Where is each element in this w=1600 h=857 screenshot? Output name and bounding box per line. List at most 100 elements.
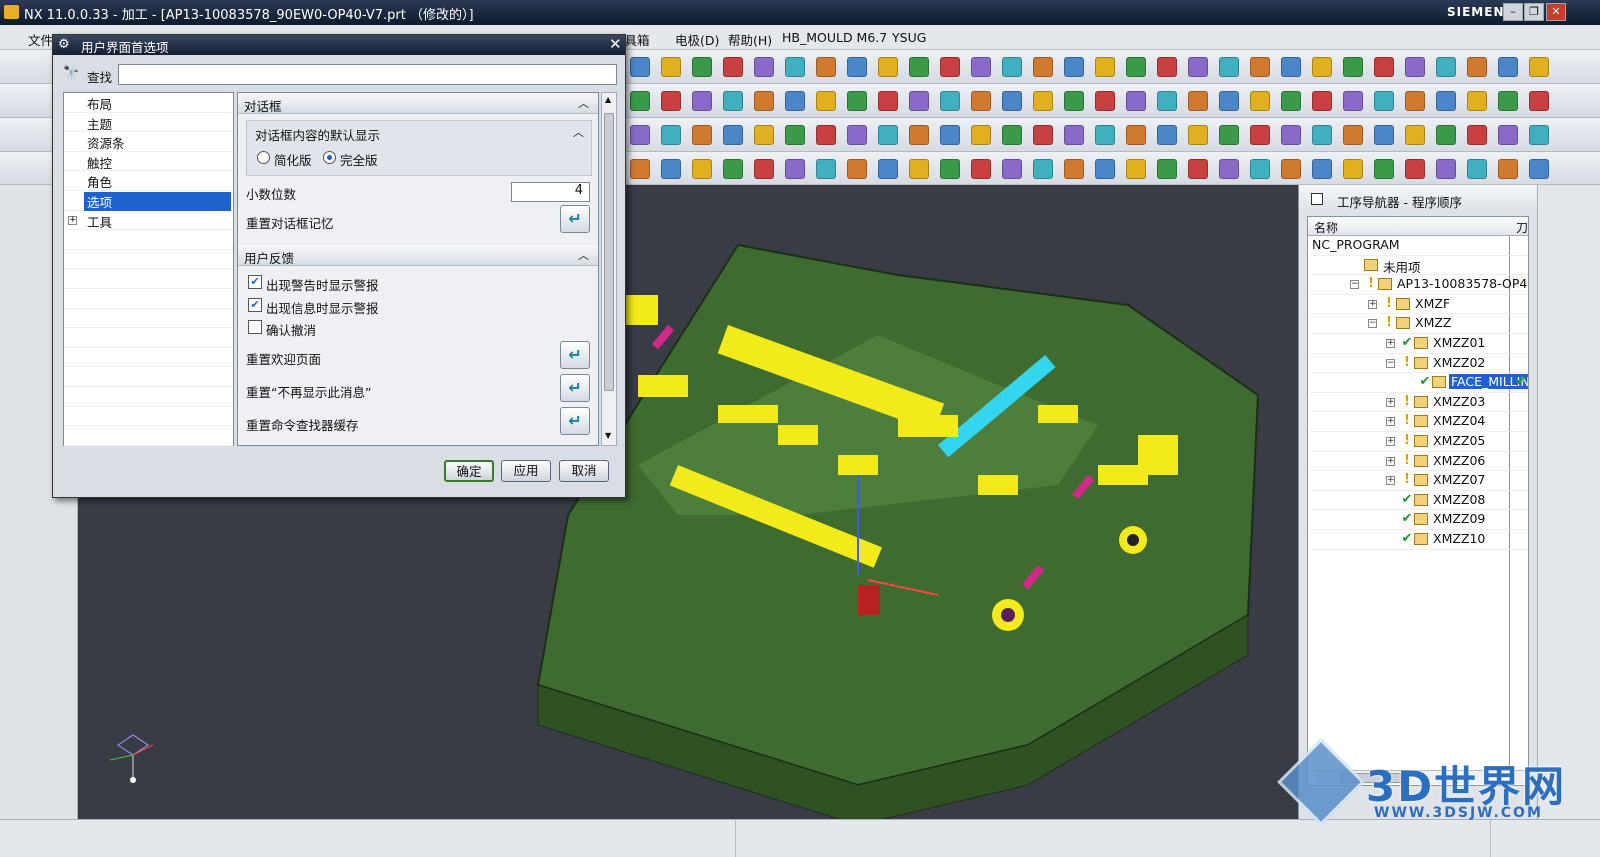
toolbar-tool-icon[interactable] xyxy=(1498,125,1518,145)
toolbar-tool-icon[interactable] xyxy=(661,57,681,77)
toolbar-tool-icon[interactable] xyxy=(723,125,743,145)
toolbar-tool-icon[interactable] xyxy=(661,159,681,179)
toolbar-tool-icon[interactable] xyxy=(1126,57,1146,77)
toolbar-tool-icon[interactable] xyxy=(1002,125,1022,145)
navigator-row[interactable]: ✔FACE_MILLIN...✔ xyxy=(1308,373,1528,393)
toolbar-tool-icon[interactable] xyxy=(1467,57,1487,77)
toolbar-tool-icon[interactable] xyxy=(1033,159,1053,179)
toolbar-tool-icon[interactable] xyxy=(754,125,774,145)
toolbar-tool-icon[interactable] xyxy=(1343,91,1363,111)
collapse-minus-icon[interactable]: − xyxy=(1386,358,1395,368)
section-header-dialog[interactable]: 对话框 ︿ xyxy=(238,93,598,114)
navigator-row[interactable]: ✔ XMZZ10 xyxy=(1308,530,1528,550)
toolbar-tool-icon[interactable] xyxy=(1250,57,1270,77)
toolbar-tool-icon[interactable] xyxy=(1219,57,1239,77)
options-vertical-scrollbar[interactable]: ▲ ▼ xyxy=(601,92,617,446)
info-alert-checkbox[interactable]: ✔ xyxy=(248,298,262,312)
confirm-undo-checkbox[interactable] xyxy=(248,320,262,334)
toolbar-tool-icon[interactable] xyxy=(630,57,650,77)
category-tree[interactable]: 布局 主题 资源条 触控 角色 选项 + 工具 xyxy=(63,92,234,446)
navigator-tree[interactable]: 名称 刀 NC_PROGRAM 未用项 −! AP13-10083578-OP40 +!… xyxy=(1307,216,1529,786)
menu-help[interactable]: 帮助(H) xyxy=(728,30,772,49)
toolbar-tool-icon[interactable] xyxy=(1157,57,1177,77)
navigator-row[interactable]: NC_PROGRAM xyxy=(1308,236,1528,256)
toolbar-tool-icon[interactable] xyxy=(1374,125,1394,145)
navigator-row[interactable]: −! AP13-10083578-OP40 xyxy=(1308,275,1528,295)
category-item[interactable]: 主题 xyxy=(64,113,233,133)
toolbar-tool-icon[interactable] xyxy=(971,125,991,145)
category-item[interactable]: 资源条 xyxy=(64,132,233,152)
toolbar-tool-icon[interactable] xyxy=(847,57,867,77)
toolbar-tool-icon[interactable] xyxy=(1281,159,1301,179)
expand-plus-icon[interactable]: + xyxy=(1368,299,1377,309)
dialog-title-bar[interactable]: ⚙ 用户界面首选项 ✕ xyxy=(53,35,625,55)
navigator-row[interactable]: 未用项 xyxy=(1308,256,1528,276)
toolbar-tool-icon[interactable] xyxy=(1250,159,1270,179)
toolbar-tool-icon[interactable] xyxy=(1405,125,1425,145)
toolbar-tool-icon[interactable] xyxy=(1126,91,1146,111)
toolbar-tool-icon[interactable] xyxy=(1002,57,1022,77)
toolbar-tool-icon[interactable] xyxy=(1498,57,1518,77)
toolbar-tool-icon[interactable] xyxy=(1064,159,1084,179)
toolbar-tool-icon[interactable] xyxy=(1343,159,1363,179)
collapse-minus-icon[interactable]: − xyxy=(1350,280,1359,290)
collapse-caret-icon[interactable]: ︿ xyxy=(578,95,589,111)
toolbar-tool-icon[interactable] xyxy=(1529,91,1549,111)
navigator-row[interactable]: +! XMZZ03 xyxy=(1308,393,1528,413)
scrollbar-thumb[interactable] xyxy=(604,113,614,391)
menu-hb-mould[interactable]: HB_MOULD M6.7 xyxy=(782,30,887,45)
toolbar-tool-icon[interactable] xyxy=(1529,125,1549,145)
pin-icon[interactable] xyxy=(1311,193,1323,205)
toolbar-tool-icon[interactable] xyxy=(909,57,929,77)
expand-plus-icon[interactable]: + xyxy=(68,215,77,225)
menu-file[interactable]: 文件 xyxy=(28,30,53,49)
toolbar-tool-icon[interactable] xyxy=(1467,91,1487,111)
toolbar-tool-icon[interactable] xyxy=(1188,91,1208,111)
toolbar-tool-icon[interactable] xyxy=(1250,91,1270,111)
toolbar-tool-icon[interactable] xyxy=(1250,125,1270,145)
toolbar-tool-icon[interactable] xyxy=(1529,159,1549,179)
toolbar-tool-icon[interactable] xyxy=(1467,159,1487,179)
find-input[interactable] xyxy=(118,64,617,85)
toolbar-tool-icon[interactable] xyxy=(971,159,991,179)
toolbar-tool-icon[interactable] xyxy=(940,91,960,111)
toolbar-tool-icon[interactable] xyxy=(692,57,712,77)
collapse-caret-icon[interactable]: ︿ xyxy=(578,247,589,263)
toolbar-tool-icon[interactable] xyxy=(692,159,712,179)
toolbar-tool-icon[interactable] xyxy=(816,159,836,179)
expand-plus-icon[interactable]: + xyxy=(1386,476,1395,486)
toolbar-tool-icon[interactable] xyxy=(1405,57,1425,77)
toolbar-tool-icon[interactable] xyxy=(754,57,774,77)
toolbar-tool-icon[interactable] xyxy=(661,91,681,111)
toolbar-tool-icon[interactable] xyxy=(816,125,836,145)
toolbar-tool-icon[interactable] xyxy=(1064,125,1084,145)
toolbar-tool-icon[interactable] xyxy=(785,91,805,111)
toolbar-tool-icon[interactable] xyxy=(1312,57,1332,77)
toolbar-tool-icon[interactable] xyxy=(816,57,836,77)
toolbar-tool-icon[interactable] xyxy=(1281,57,1301,77)
navigator-row[interactable]: +! XMZZ07 xyxy=(1308,471,1528,491)
reset-dialog-memory-button[interactable]: ↵ xyxy=(560,205,590,233)
toolbar-tool-icon[interactable] xyxy=(1436,91,1456,111)
toolbar-tool-icon[interactable] xyxy=(1467,125,1487,145)
toolbar-tool-icon[interactable] xyxy=(1126,159,1146,179)
toolbar-tool-icon[interactable] xyxy=(1157,125,1177,145)
toolbar-tool-icon[interactable] xyxy=(1064,91,1084,111)
toolbar-tool-icon[interactable] xyxy=(1343,125,1363,145)
toolbar-tool-icon[interactable] xyxy=(878,91,898,111)
toolbar-tool-icon[interactable] xyxy=(878,57,898,77)
navigator-row[interactable]: +! XMZZ05 xyxy=(1308,432,1528,452)
category-item[interactable]: 布局 xyxy=(64,93,233,113)
close-window-button[interactable]: ✕ xyxy=(1546,3,1566,21)
toolbar-tool-icon[interactable] xyxy=(1436,159,1456,179)
expand-plus-icon[interactable]: + xyxy=(1386,397,1395,407)
toolbar-tool-icon[interactable] xyxy=(1126,125,1146,145)
toolbar-tool-icon[interactable] xyxy=(1498,159,1518,179)
toolbar-tool-icon[interactable] xyxy=(1095,57,1115,77)
toolbar-tool-icon[interactable] xyxy=(785,57,805,77)
toolbar-tool-icon[interactable] xyxy=(785,125,805,145)
navigator-row[interactable]: ✔ XMZZ08 xyxy=(1308,491,1528,511)
toolbar-tool-icon[interactable] xyxy=(1002,91,1022,111)
toolbar-tool-icon[interactable] xyxy=(630,125,650,145)
dialog-close-button[interactable]: ✕ xyxy=(609,35,622,53)
